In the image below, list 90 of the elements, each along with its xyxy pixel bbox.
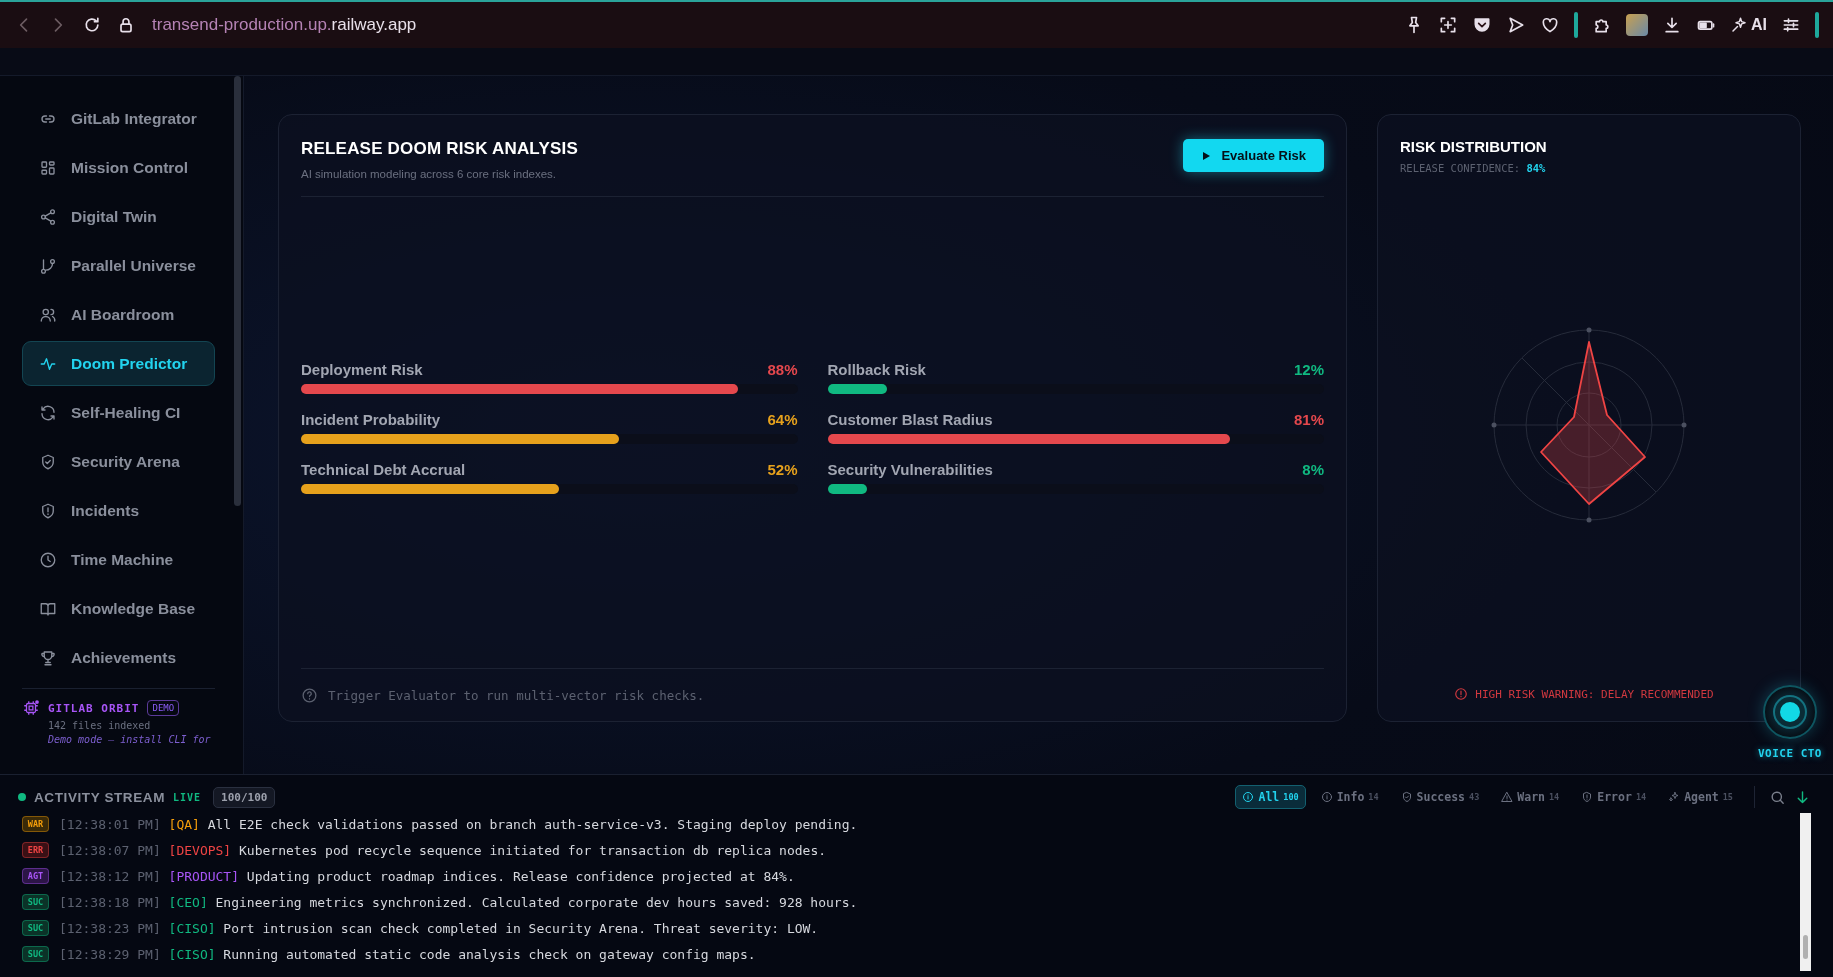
alert-icon: [39, 501, 57, 520]
risk-label: Technical Debt Accrual: [301, 461, 466, 478]
nav-item[interactable]: AI Boardroom: [22, 292, 215, 337]
grid-icon: [39, 158, 57, 177]
info-icon: [1320, 791, 1333, 803]
risk-label: Customer Blast Radius: [827, 411, 993, 428]
risk-value: 81%: [1293, 411, 1324, 428]
demo-badge: DEMO: [147, 700, 180, 716]
filter-tab[interactable]: All 100: [1235, 785, 1306, 809]
branch-icon: [39, 256, 57, 275]
avatar[interactable]: [1626, 14, 1648, 36]
info-icon: [1242, 791, 1255, 803]
warning-icon: [1501, 791, 1514, 803]
nav-item[interactable]: GitLab Integrator: [22, 96, 215, 141]
settings-icon[interactable]: [1781, 15, 1801, 35]
release-confidence: RELEASE CONFIDENCE: 84%: [1400, 162, 1547, 174]
risk-value: 64%: [767, 411, 798, 428]
log-line: [12:38:29 PM] [CISO] Running automated static code analysis check on gateway config maps.: [59, 946, 756, 962]
sparkle-icon: [1730, 16, 1748, 34]
send-icon[interactable]: [1506, 15, 1526, 35]
shield-icon: [1400, 791, 1413, 803]
risk-value: 12%: [1293, 361, 1324, 378]
panel-subtitle: AI simulation modeling across 6 core risk indexes.: [301, 168, 558, 180]
risk-value: 8%: [1302, 461, 1324, 478]
voice-label: VOICE CTO: [1757, 747, 1822, 760]
level-tag: WAR: [22, 816, 49, 832]
log-line: [12:38:12 PM] [PRODUCT] Updating product roadmap indices. Release confidence projected at 84%.: [59, 868, 795, 884]
trophy-icon: [39, 648, 57, 667]
level-tag: SUC: [22, 946, 49, 962]
nav-item[interactable]: Incidents: [22, 488, 215, 533]
index-status: 142 files indexed: [48, 720, 152, 731]
demo-note: Demo mode — install CLI for: [48, 733, 212, 746]
live-label: LIVE: [173, 791, 202, 803]
level-tag: SUC: [22, 894, 49, 910]
help-icon: [301, 686, 318, 704]
nav-item[interactable]: Parallel Universe: [22, 243, 215, 288]
voice-button[interactable]: [1762, 685, 1817, 739]
refresh-icon: [39, 403, 57, 422]
address-bar[interactable]: transend-production.up.railway.app: [152, 15, 417, 35]
nav-item[interactable]: Security Arena: [22, 439, 215, 484]
evaluate-risk-button[interactable]: Evaluate Risk: [1183, 139, 1324, 172]
activity-title: ACTIVITY STREAM: [34, 789, 165, 805]
pocket-icon[interactable]: [1472, 15, 1492, 35]
share-icon: [39, 207, 57, 226]
risk-label: Deployment Risk: [301, 361, 423, 378]
log-line: [12:38:18 PM] [CEO] Engineering metrics synchronized. Calculated corporate dev hours saved: 928 hours.: [59, 894, 858, 910]
heart-icon[interactable]: [1540, 15, 1560, 35]
risk-label: Rollback Risk: [827, 361, 926, 378]
risk-label: Incident Probability: [301, 411, 441, 428]
risk-value: 52%: [767, 461, 798, 478]
panel-title: RELEASE DOOM RISK ANALYSIS: [301, 139, 578, 159]
sparkle-icon: [1668, 791, 1681, 803]
entry-count: 100/100: [213, 786, 276, 808]
scrollbar[interactable]: [1800, 813, 1811, 971]
nav-item[interactable]: Mission Control: [22, 145, 215, 190]
orbit-title: GITLAB ORBIT: [48, 701, 140, 715]
clock-icon: [39, 550, 57, 569]
risk-label: Security Vulnerabilities: [827, 461, 993, 478]
panel-title: RISK DISTRIBUTION: [1400, 138, 1548, 155]
nav-item[interactable]: Self-Healing CI: [22, 390, 215, 435]
log-line: [12:38:01 PM] [QA] All E2E check validations passed on branch auth-service-v3. Staging deploy pending.: [59, 816, 858, 832]
chip-icon: [22, 699, 40, 717]
nav-item[interactable]: Achievements: [22, 635, 215, 680]
filter-tab[interactable]: Agent 15: [1661, 785, 1740, 809]
play-icon: [1201, 150, 1212, 161]
nav-item[interactable]: Knowledge Base: [22, 586, 215, 631]
nav-item[interactable]: Doom Predictor: [22, 341, 215, 386]
screenshot-icon[interactable]: [1438, 15, 1458, 35]
filter-tab[interactable]: Info 14: [1313, 785, 1386, 809]
reload-icon[interactable]: [82, 15, 102, 35]
level-tag: ERR: [22, 842, 49, 858]
level-tag: AGT: [22, 868, 49, 884]
nav-item[interactable]: Time Machine: [22, 537, 215, 582]
log-line: [12:38:07 PM] [DEVOPS] Kubernetes pod recycle sequence initiated for transaction db replica nodes.: [59, 842, 827, 858]
hint-text: Trigger Evaluator to run multi-vector risk checks.: [328, 687, 705, 703]
live-dot: [18, 793, 26, 801]
download-icon[interactable]: [1662, 15, 1682, 35]
alert-icon: [1454, 687, 1469, 701]
filter-tab[interactable]: Success 43: [1393, 785, 1487, 809]
shield-icon: [39, 452, 57, 471]
nav-item[interactable]: Digital Twin: [22, 194, 215, 239]
alert-icon: [1581, 791, 1594, 803]
filter-tab[interactable]: Warn 14: [1494, 785, 1567, 809]
level-tag: SUC: [22, 920, 49, 936]
scrollbar[interactable]: [234, 76, 241, 506]
filter-tab[interactable]: Error 14: [1574, 785, 1654, 809]
risk-value: 88%: [767, 361, 798, 378]
risk-warning: HIGH RISK WARNING: DELAY RECOMMENDED: [1475, 687, 1714, 701]
log-line: [12:38:23 PM] [CISO] Port intrusion scan check completed in Security Arena. Threat severity: LOW.: [59, 920, 819, 936]
ai-button[interactable]: AI: [1730, 16, 1767, 34]
